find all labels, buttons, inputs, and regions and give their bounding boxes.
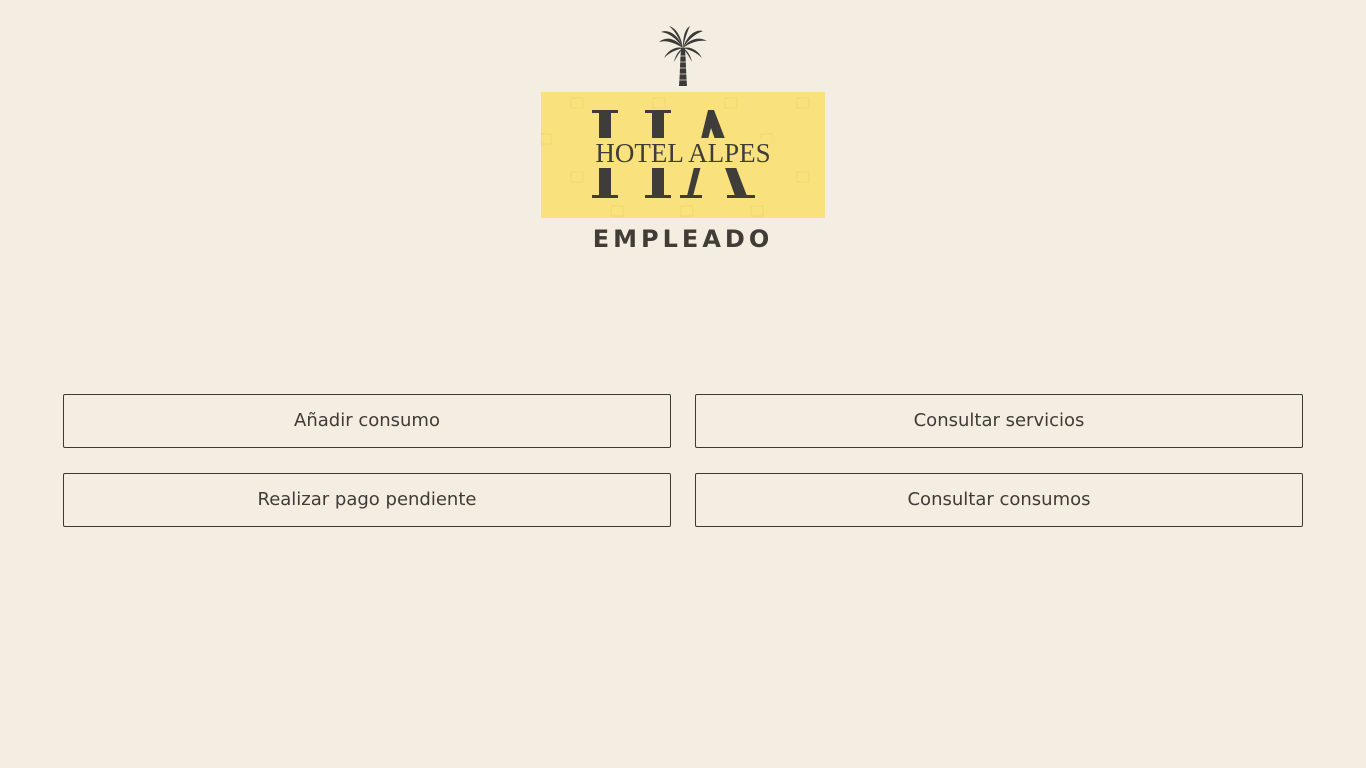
- page-title: EMPLEADO: [592, 225, 774, 253]
- hotel-logo: HOTEL ALPES: [541, 92, 825, 218]
- consult-services-button[interactable]: Consultar servicios: [695, 394, 1303, 448]
- consult-consumptions-button[interactable]: Consultar consumos: [695, 473, 1303, 527]
- palm-tree-icon: [659, 26, 707, 86]
- make-pending-payment-button[interactable]: Realizar pago pendiente: [63, 473, 671, 527]
- add-consumption-button[interactable]: Añadir consumo: [63, 394, 671, 448]
- logo-brand-name: HOTEL ALPES: [595, 138, 771, 168]
